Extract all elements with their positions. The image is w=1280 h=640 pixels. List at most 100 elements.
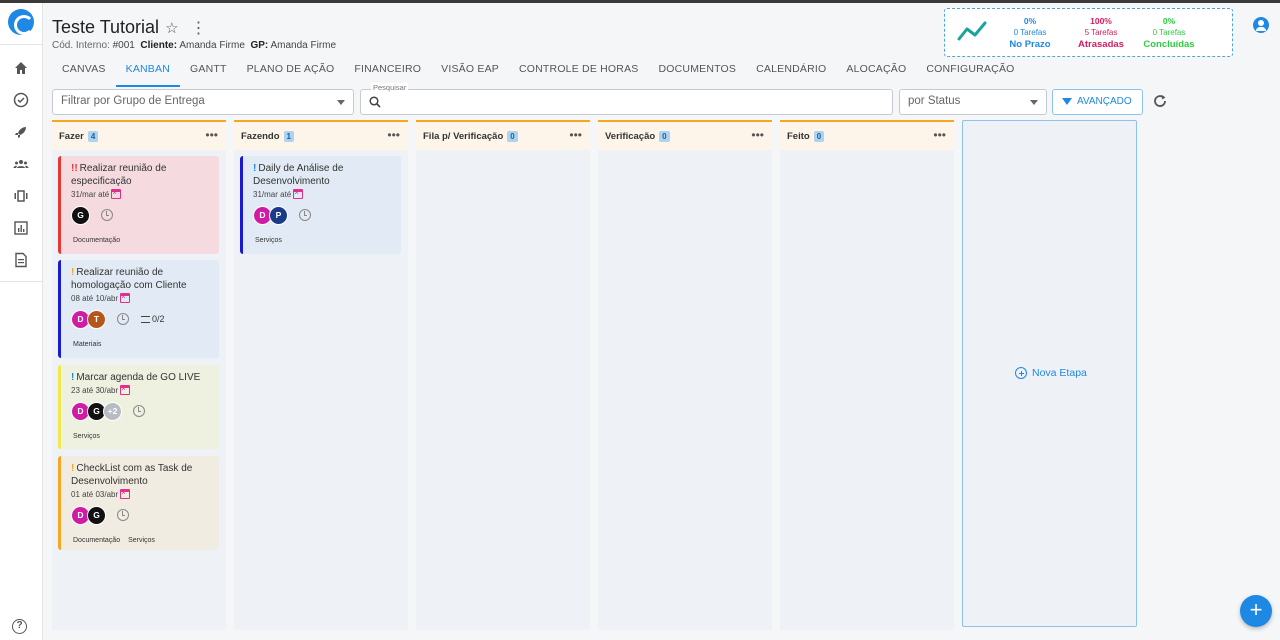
column-title: Fila p/ Verificação 0	[423, 131, 518, 142]
avatar[interactable]: P	[269, 205, 288, 225]
stat-atrasadas-pct: 100%	[1090, 16, 1112, 26]
avatar[interactable]: G	[71, 205, 90, 225]
task-assignees: DG	[71, 505, 211, 525]
task-title-text: Realizar reunião de especificação	[71, 163, 167, 187]
stat-concluidas-tasks: 0 Tarefas	[1152, 28, 1186, 37]
alarm-clock-icon[interactable]	[117, 313, 129, 325]
task-card[interactable]: ! CheckList com as Task de Desenvolviment…	[58, 456, 219, 550]
stat-atrasadas-tasks: 5 Tarefas	[1084, 28, 1118, 37]
task-tag: Documentação	[73, 237, 121, 244]
report-chart-icon[interactable]	[11, 218, 31, 238]
project-title: Teste Tutorial	[52, 17, 160, 37]
status-select[interactable]: por Status	[899, 89, 1047, 115]
cliente-label: Cliente:	[140, 40, 178, 51]
task-assignees: DP	[253, 205, 393, 225]
task-date: 31/mar até	[253, 188, 393, 199]
team-icon[interactable]	[11, 154, 31, 174]
carousel-icon[interactable]	[11, 186, 31, 206]
add-task-fab-button[interactable]: +	[1240, 595, 1272, 627]
document-icon[interactable]	[11, 250, 31, 270]
status-placeholder: por Status	[908, 95, 961, 107]
column-count-badge: 0	[507, 131, 518, 142]
nova-etapa-label: Nova Etapa	[1032, 367, 1087, 379]
nova-etapa-column[interactable]: Nova Etapa	[962, 120, 1137, 627]
column-menu-icon[interactable]: •••	[751, 128, 764, 142]
favorite-star-icon[interactable]: ☆	[165, 19, 178, 37]
stat-no-prazo-label: No Prazo	[1009, 39, 1051, 50]
stat-concluidas: 0% 0 Tarefas Concluídas	[1139, 15, 1199, 51]
avatar[interactable]: +2	[103, 401, 122, 421]
tab-kanban[interactable]: KANBAN	[115, 59, 180, 87]
grupo-entrega-select[interactable]: Filtrar por Grupo de Entrega	[52, 89, 354, 115]
tab-configura-o[interactable]: CONFIGURAÇÃO	[916, 59, 1024, 87]
alarm-clock-icon[interactable]	[133, 405, 145, 417]
priority-indicator: !	[71, 372, 75, 383]
sidebar-divider	[0, 281, 43, 282]
column-menu-icon[interactable]: •••	[569, 128, 582, 142]
column-count-badge: 0	[659, 131, 670, 142]
more-options-icon[interactable]: ⋮	[191, 18, 207, 38]
task-title: ! Marcar agenda de GO LIVE	[71, 371, 211, 384]
task-card[interactable]: ! Daily de Análise de Desenvolvimento 31/m…	[240, 156, 401, 254]
column-count-badge: 1	[283, 131, 294, 142]
tab-gantt[interactable]: GANTT	[180, 59, 237, 87]
check-circle-icon[interactable]	[11, 90, 31, 110]
tab-plano-de-a-o[interactable]: PLANO DE AÇÃO	[237, 59, 345, 87]
alarm-clock-icon[interactable]	[299, 209, 311, 221]
task-date: 08 até 10/abr	[71, 292, 211, 303]
task-stats-panel: 0% 0 Tarefas No Prazo 100% 5 Tarefas Atr…	[944, 8, 1233, 57]
task-assignees: G	[71, 205, 211, 225]
main-content: Teste Tutorial ☆ ⋮ Cód. Interno: #001 Cl…	[44, 3, 1280, 640]
task-tag: Serviços	[255, 237, 282, 244]
search-legend: Pesquisar	[371, 83, 409, 92]
column-header: Fazendo 1 •••	[234, 120, 408, 150]
rocket-icon[interactable]	[11, 122, 31, 142]
task-card[interactable]: !Marcar agenda de GO LIVE23 até 30/abrDG…	[58, 365, 219, 449]
help-icon[interactable]: ?	[12, 619, 27, 634]
nova-etapa-button[interactable]: Nova Etapa	[1015, 367, 1087, 379]
task-title: !! Realizar reunião de especificação	[71, 162, 211, 188]
search-input[interactable]: Pesquisar	[360, 83, 893, 115]
tab-canvas[interactable]: CANVAS	[52, 59, 116, 87]
add-circle-icon	[1015, 367, 1027, 379]
task-tag: Documentação	[73, 537, 121, 544]
home-icon[interactable]	[11, 58, 31, 78]
alarm-clock-icon[interactable]	[101, 209, 113, 221]
kanban-column: Fazendo 1 •••! Daily de Análise de Desenvol…	[234, 120, 408, 630]
calendar-overdue-icon	[120, 488, 131, 499]
column-header: Verificação 0 •••	[598, 120, 772, 150]
task-title: ! Realizar reunião de homologação com Cli…	[71, 266, 211, 292]
checklist-icon	[141, 315, 150, 323]
task-title-text: Daily de Análise de Desenvolvimento	[253, 163, 344, 187]
avatar[interactable]: T	[87, 309, 106, 329]
column-menu-icon[interactable]: •••	[933, 128, 946, 142]
grupo-entrega-placeholder: Filtrar por Grupo de Entrega	[61, 95, 205, 107]
refresh-icon[interactable]	[1152, 93, 1168, 109]
task-card[interactable]: !! Realizar reunião de especificação 31/ma…	[58, 156, 219, 254]
tab-vis-o-eap[interactable]: VISÃO EAP	[431, 59, 509, 87]
task-assignees: D G +2	[71, 401, 211, 421]
tab-documentos[interactable]: DOCUMENTOS	[648, 59, 746, 87]
task-date-text: 01 até 03/abr	[71, 489, 119, 499]
task-tag: Serviços	[73, 433, 100, 440]
column-name: Feito	[787, 131, 810, 142]
task-title-text: Marcar agenda de GO LIVE	[76, 372, 201, 383]
column-menu-icon[interactable]: •••	[387, 128, 400, 142]
stat-atrasadas: 100% 5 Tarefas Atrasadas	[1071, 15, 1131, 51]
advanced-filter-button[interactable]: AVANÇADO	[1052, 89, 1143, 115]
tab-calend-rio[interactable]: CALENDÁRIO	[746, 59, 836, 87]
user-account-icon[interactable]	[1253, 17, 1269, 33]
tab-controle-de-horas[interactable]: CONTROLE DE HORAS	[509, 59, 649, 87]
column-name: Verificação	[605, 131, 656, 142]
tab-aloca-o[interactable]: ALOCAÇÃO	[836, 59, 916, 87]
task-date: 01 até 03/abr	[71, 488, 211, 499]
app-logo[interactable]	[8, 9, 34, 35]
column-menu-icon[interactable]: •••	[205, 128, 218, 142]
alarm-clock-icon[interactable]	[117, 509, 129, 521]
task-date-text: 31/mar até	[253, 189, 292, 199]
column-count-badge: 0	[813, 131, 825, 142]
filter-funnel-icon	[1062, 98, 1072, 105]
checklist-count: 0/2	[152, 314, 165, 324]
avatar[interactable]: G	[87, 505, 106, 525]
task-card[interactable]: ! Realizar reunião de homologação com Cli…	[58, 260, 219, 358]
